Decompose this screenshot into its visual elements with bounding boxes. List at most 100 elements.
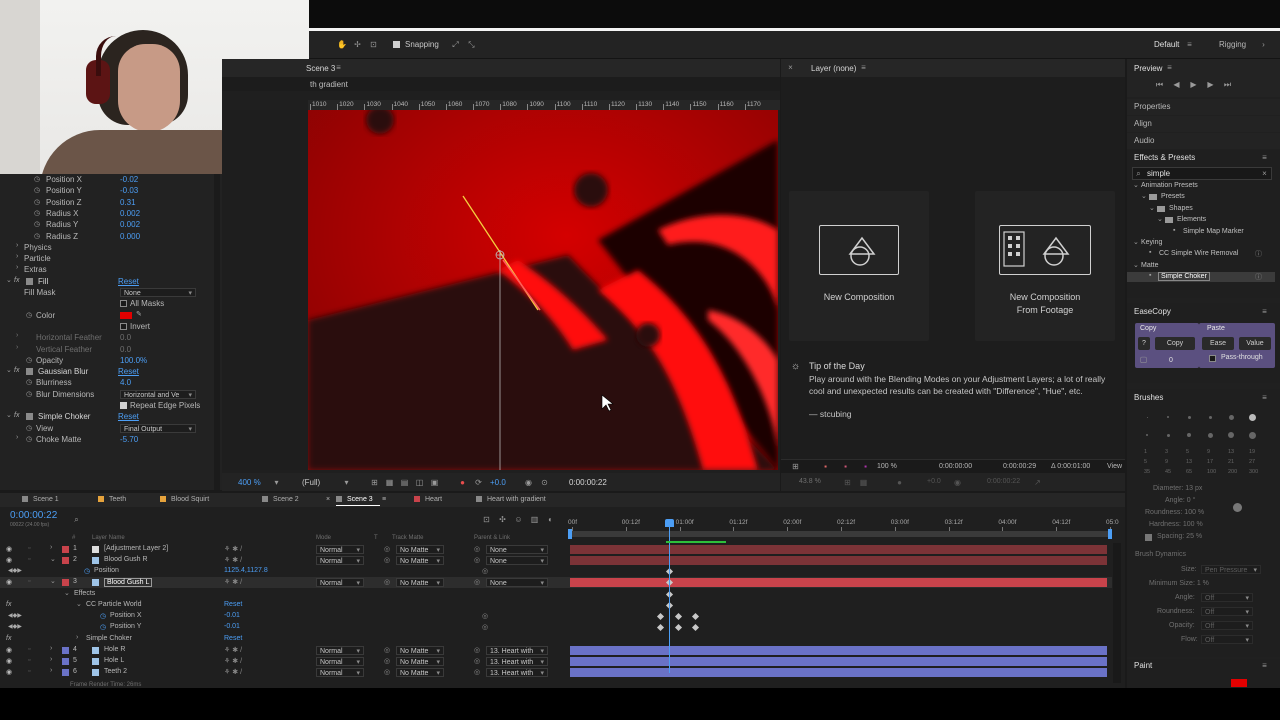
chevron-right-icon[interactable]: › [16, 332, 18, 339]
hand-tool-icon[interactable]: ✋ [337, 40, 347, 49]
effects-presets-menu-icon[interactable]: ≡ [1260, 153, 1269, 162]
clear-search-icon[interactable]: × [1260, 169, 1269, 178]
expression-icon[interactable]: ◎ [482, 623, 488, 631]
chevron-down-icon[interactable]: ⌄ [6, 276, 12, 284]
track-matte-dropdown[interactable]: No Matte [396, 657, 444, 667]
property-row[interactable]: ◀◆▶ ◷ Position Y -0.01 ◎ [0, 622, 1112, 633]
track-matte-dropdown[interactable]: No Matte [396, 578, 444, 588]
layer-duration-bar[interactable] [570, 556, 1107, 565]
snap-feather-icon[interactable]: ⤡ [467, 40, 476, 49]
comp-breadcrumb[interactable]: th gradient [310, 80, 348, 89]
expand-icon[interactable]: › [50, 645, 52, 652]
layer-color-label[interactable] [62, 557, 69, 564]
parent-dropdown[interactable]: None [486, 545, 548, 555]
stopwatch-icon[interactable]: ◷ [100, 612, 106, 620]
lock-icon[interactable]: ▫ [28, 578, 30, 585]
channel-g-icon[interactable]: ▪ [841, 462, 850, 471]
show-snapshot-icon[interactable]: ⊙ [540, 478, 549, 487]
track-matte-dropdown[interactable]: No Matte [396, 668, 444, 678]
grid-icon[interactable]: ▤ [400, 478, 409, 487]
track-matte-icon[interactable]: ◎ [384, 578, 390, 586]
property-row[interactable]: ⌄ Effects [0, 589, 1112, 600]
property-row[interactable]: ⌄ fx CC Particle World Reset [0, 600, 1112, 611]
choke-value[interactable]: -5.70 [120, 435, 138, 444]
blur-dim-dropdown[interactable]: Horizontal and Ve [120, 389, 196, 400]
timeline-vscroll[interactable] [1113, 543, 1121, 683]
pick-whip-icon[interactable]: ◎ [474, 545, 480, 553]
brush-tip[interactable] [1187, 415, 1191, 419]
color-swatch[interactable] [120, 311, 132, 319]
puppet-tool-icon[interactable]: ✢ [353, 40, 362, 49]
fx-scrollbar[interactable] [214, 174, 220, 490]
next-frame-icon[interactable]: ▶ [1206, 80, 1215, 89]
chevron-down-icon[interactable]: ⌄ [6, 411, 12, 419]
track-matte-dropdown[interactable]: No Matte [396, 646, 444, 656]
fx-effect-simple_choker[interactable]: fx ⌄ Simple Choker Reset [0, 411, 214, 422]
stopwatch-icon[interactable]: ◷ [34, 175, 40, 183]
property-row[interactable]: ◀◆▶ ◷ Position X -0.01 ◎ [0, 611, 1112, 622]
layer-duration-bar[interactable] [570, 668, 1107, 677]
track-matte-dropdown[interactable]: No Matte [396, 545, 444, 555]
workspace-default[interactable]: Default [1154, 40, 1179, 49]
fx-param-value[interactable]: -0.03 [120, 186, 138, 195]
expression-icon[interactable]: ◎ [482, 612, 488, 620]
workspace-more-icon[interactable]: › [1259, 40, 1268, 49]
layer-duration-bar[interactable] [570, 545, 1107, 554]
eye-icon[interactable]: ◉ [6, 668, 12, 676]
snapshot-icon[interactable]: ◉ [524, 478, 533, 487]
snap-edge-icon[interactable]: ⤢ [451, 40, 460, 49]
layer-panel-menu-icon[interactable]: ≡ [859, 63, 868, 72]
comp-canvas[interactable] [308, 110, 778, 470]
timeline-tab[interactable]: Scene 2 [262, 493, 299, 507]
color-channel-icon[interactable]: ● [458, 478, 467, 487]
fx-param-value[interactable]: 0.002 [120, 220, 140, 229]
property-value[interactable]: 1125.4,1127.8 [224, 567, 268, 574]
brush-tip[interactable] [1207, 432, 1213, 438]
preset-tree-item[interactable]: ⌄ Presets [1127, 192, 1275, 202]
timeline-tab[interactable]: Heart with gradient [476, 493, 546, 507]
choker-reset-link[interactable]: Reset [118, 412, 139, 421]
fx-effect-fill[interactable]: fx ⌄ Fill Reset [0, 276, 214, 287]
paint-menu-icon[interactable]: ≡ [1260, 661, 1269, 670]
blend-mode-dropdown[interactable]: Normal [316, 556, 364, 566]
keyframe-nav-icon[interactable]: ◀◆▶ [8, 612, 22, 619]
stopwatch-icon[interactable]: ◷ [26, 424, 32, 432]
parent-dropdown[interactable]: 13. Heart with [486, 646, 548, 656]
eye-icon[interactable]: ◉ [6, 657, 12, 665]
timeline-timecode[interactable]: 0:00:00:22 [10, 510, 57, 521]
shy-icon[interactable]: ☺ [514, 515, 523, 524]
invert-checkbox[interactable] [120, 322, 127, 330]
layer-color-label[interactable] [62, 658, 69, 665]
property-value[interactable]: -0.01 [224, 623, 240, 630]
stopwatch-icon[interactable]: ◷ [26, 378, 32, 386]
preset-tree-item[interactable]: ⌄ Elements [1127, 215, 1275, 225]
stopwatch-icon[interactable]: ◷ [34, 186, 40, 194]
fx-effect-gaussian[interactable]: fx ⌄ Gaussian Blur Reset [0, 366, 214, 377]
pick-whip-icon[interactable]: ◎ [474, 657, 480, 665]
resolution-dropdown-icon[interactable]: ▾ [342, 478, 351, 487]
play-icon[interactable]: ▶ [1189, 80, 1198, 89]
brushes-title[interactable]: Brushes [1134, 393, 1163, 402]
stopwatch-icon[interactable]: ◷ [34, 209, 40, 217]
eyedropper-icon[interactable]: ✎ [136, 310, 142, 318]
easecopy-title[interactable]: EaseCopy [1134, 307, 1171, 316]
zoom-dropdown-icon[interactable]: ▾ [272, 478, 281, 487]
layer-duration-bar[interactable] [570, 657, 1107, 666]
property-value[interactable]: -0.01 [224, 612, 240, 619]
effects-search-field[interactable]: ⌕ simple × [1132, 167, 1272, 180]
layer-row[interactable]: ◉ ▫ ⌄ 2 Blood Gush R ⚘✱/ Normal ◎ No Matte ◎ None [0, 555, 1112, 566]
preset-tree-item[interactable]: ⌄ Keying [1127, 238, 1275, 248]
stopwatch-icon[interactable]: ◷ [26, 390, 32, 398]
track-matte-icon[interactable]: ◎ [384, 545, 390, 553]
work-area-end[interactable] [1108, 529, 1112, 539]
brush-tip[interactable] [1208, 415, 1212, 419]
copy-trash-icon[interactable]: ▢ [1139, 355, 1148, 364]
keyframe-nav-icon[interactable]: ◀◆▶ [8, 623, 22, 630]
track-matte-dropdown[interactable]: No Matte [396, 556, 444, 566]
lock-icon[interactable]: ▫ [28, 646, 30, 653]
preset-tree-item[interactable]: ⌄ Animation Presets [1127, 181, 1275, 191]
layer-color-label[interactable] [62, 546, 69, 553]
preview-menu-icon[interactable]: ≡ [1165, 63, 1174, 72]
fill-reset-link[interactable]: Reset [118, 277, 139, 286]
chevron-right-icon[interactable]: › [16, 253, 18, 260]
